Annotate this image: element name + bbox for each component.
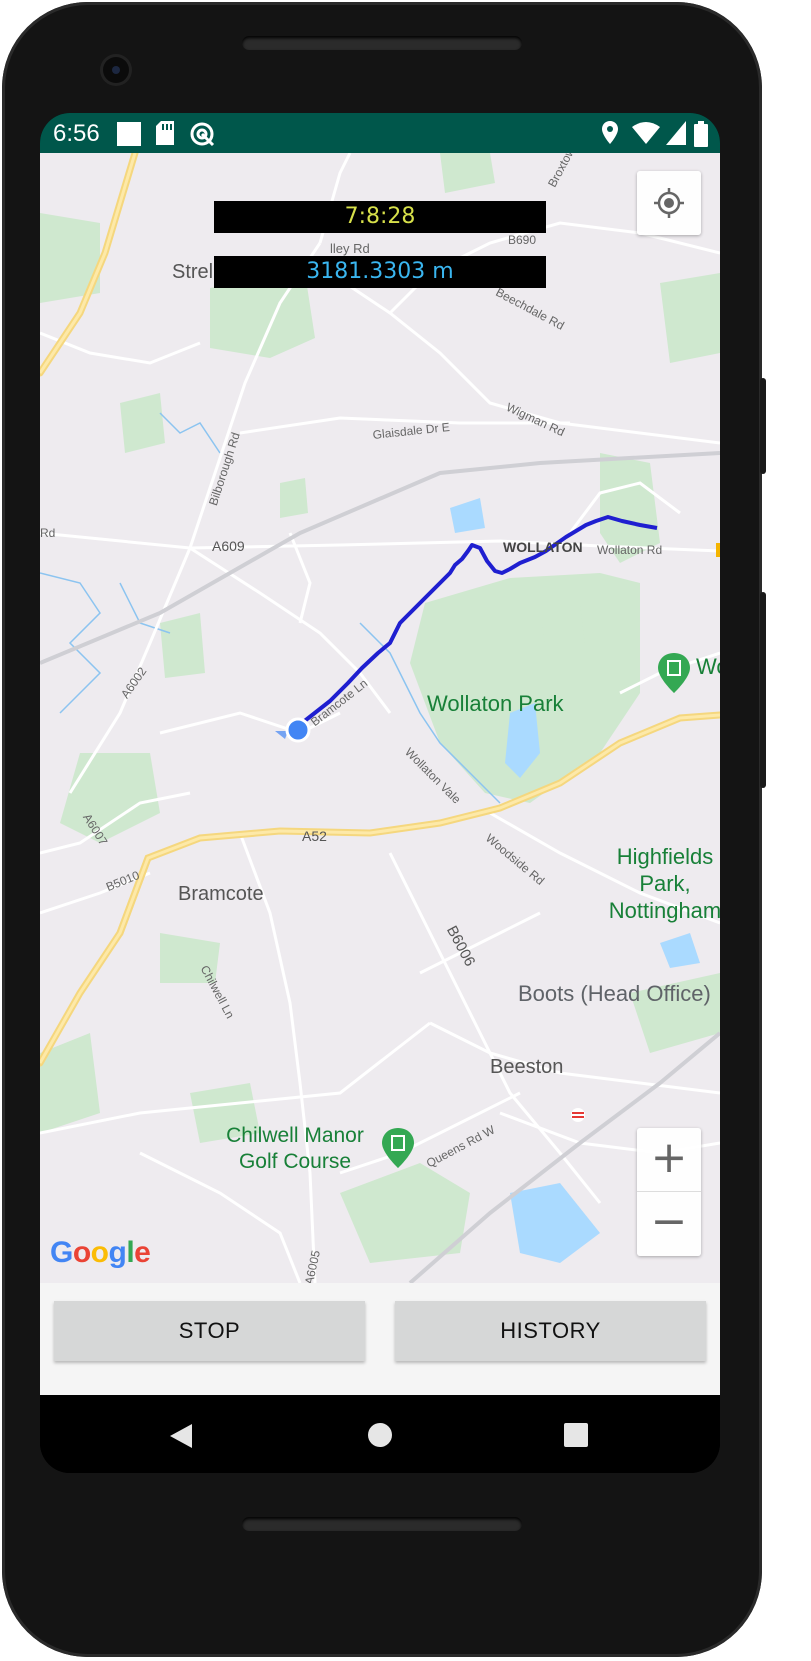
map-label-streets: Strel: [172, 261, 214, 283]
map-label-highfields: Highfields Park, Nottingham: [600, 843, 720, 924]
sd-card-icon: [156, 121, 174, 150]
home-circle-icon[interactable]: [367, 1422, 393, 1453]
map-label-valley-rd: lley Rd: [330, 241, 370, 256]
power-button: [760, 378, 766, 474]
highfields-line-1: Highfields: [616, 844, 714, 869]
bottom-speaker: [242, 1517, 522, 1531]
map-label-wollaton: WOLLATON: [503, 539, 583, 555]
screen: 6:56 Strel lley Rd Broxtowe B690 Beechda…: [40, 113, 720, 1473]
wifi-icon: [632, 121, 660, 150]
map-label-rd-left: Rd: [40, 526, 56, 540]
rail-station-icon: [571, 1108, 585, 1122]
map-label-a52: A52: [302, 828, 327, 844]
map-label-beeston: Beeston: [490, 1056, 564, 1078]
map-canvas: [40, 153, 720, 1283]
cellular-icon: [666, 121, 686, 150]
phone-frame: 6:56 Strel lley Rd Broxtowe B690 Beechda…: [0, 0, 811, 1661]
chilwell-manor-line-2: Golf Course: [238, 1150, 352, 1173]
zoom-in-button[interactable]: +: [637, 1128, 701, 1192]
map-label-wo: Wo: [696, 654, 720, 679]
map-view[interactable]: Strel lley Rd Broxtowe B690 Beechdale Rd…: [40, 153, 720, 1283]
navigation-bar: [40, 1395, 720, 1473]
map-label-boots: Boots (Head Office): [518, 981, 711, 1006]
distance-display: 3181.3303 m: [214, 256, 546, 288]
map-label-b690: B690: [508, 233, 537, 247]
bottom-panel: STOP HISTORY: [40, 1283, 720, 1395]
my-location-button[interactable]: [637, 171, 701, 235]
stop-button[interactable]: STOP: [54, 1301, 365, 1361]
map-label-a609: A609: [212, 538, 245, 554]
map-label-chilwell-manor: Chilwell Manor Golf Course: [220, 1123, 370, 1175]
stop-square-icon: [117, 122, 141, 151]
front-camera: [103, 57, 129, 83]
zoom-control: + −: [637, 1128, 701, 1256]
history-button[interactable]: HISTORY: [395, 1301, 706, 1361]
map-label-wollaton-park: Wollaton Park: [427, 691, 564, 716]
google-logo: Google: [50, 1236, 151, 1269]
status-time: 6:56: [53, 120, 100, 147]
map-label-wollaton-rd: Wollaton Rd: [597, 543, 663, 557]
highfields-line-2: Park,: [639, 871, 691, 896]
highfields-line-3: Nottingham: [608, 898, 720, 923]
zoom-out-button[interactable]: −: [637, 1192, 701, 1255]
location-pin-icon: [601, 121, 619, 150]
earpiece-speaker: [242, 36, 522, 50]
chilwell-manor-line-1: Chilwell Manor: [226, 1124, 364, 1147]
recents-square-icon[interactable]: [564, 1423, 588, 1452]
elapsed-time-display: 7:8:28: [214, 201, 546, 233]
sync-icon: [189, 121, 215, 152]
back-triangle-icon[interactable]: [168, 1423, 194, 1454]
map-label-bramcote: Bramcote: [178, 883, 264, 905]
battery-icon: [694, 121, 708, 152]
volume-button: [760, 592, 766, 788]
status-bar: 6:56: [40, 113, 720, 153]
